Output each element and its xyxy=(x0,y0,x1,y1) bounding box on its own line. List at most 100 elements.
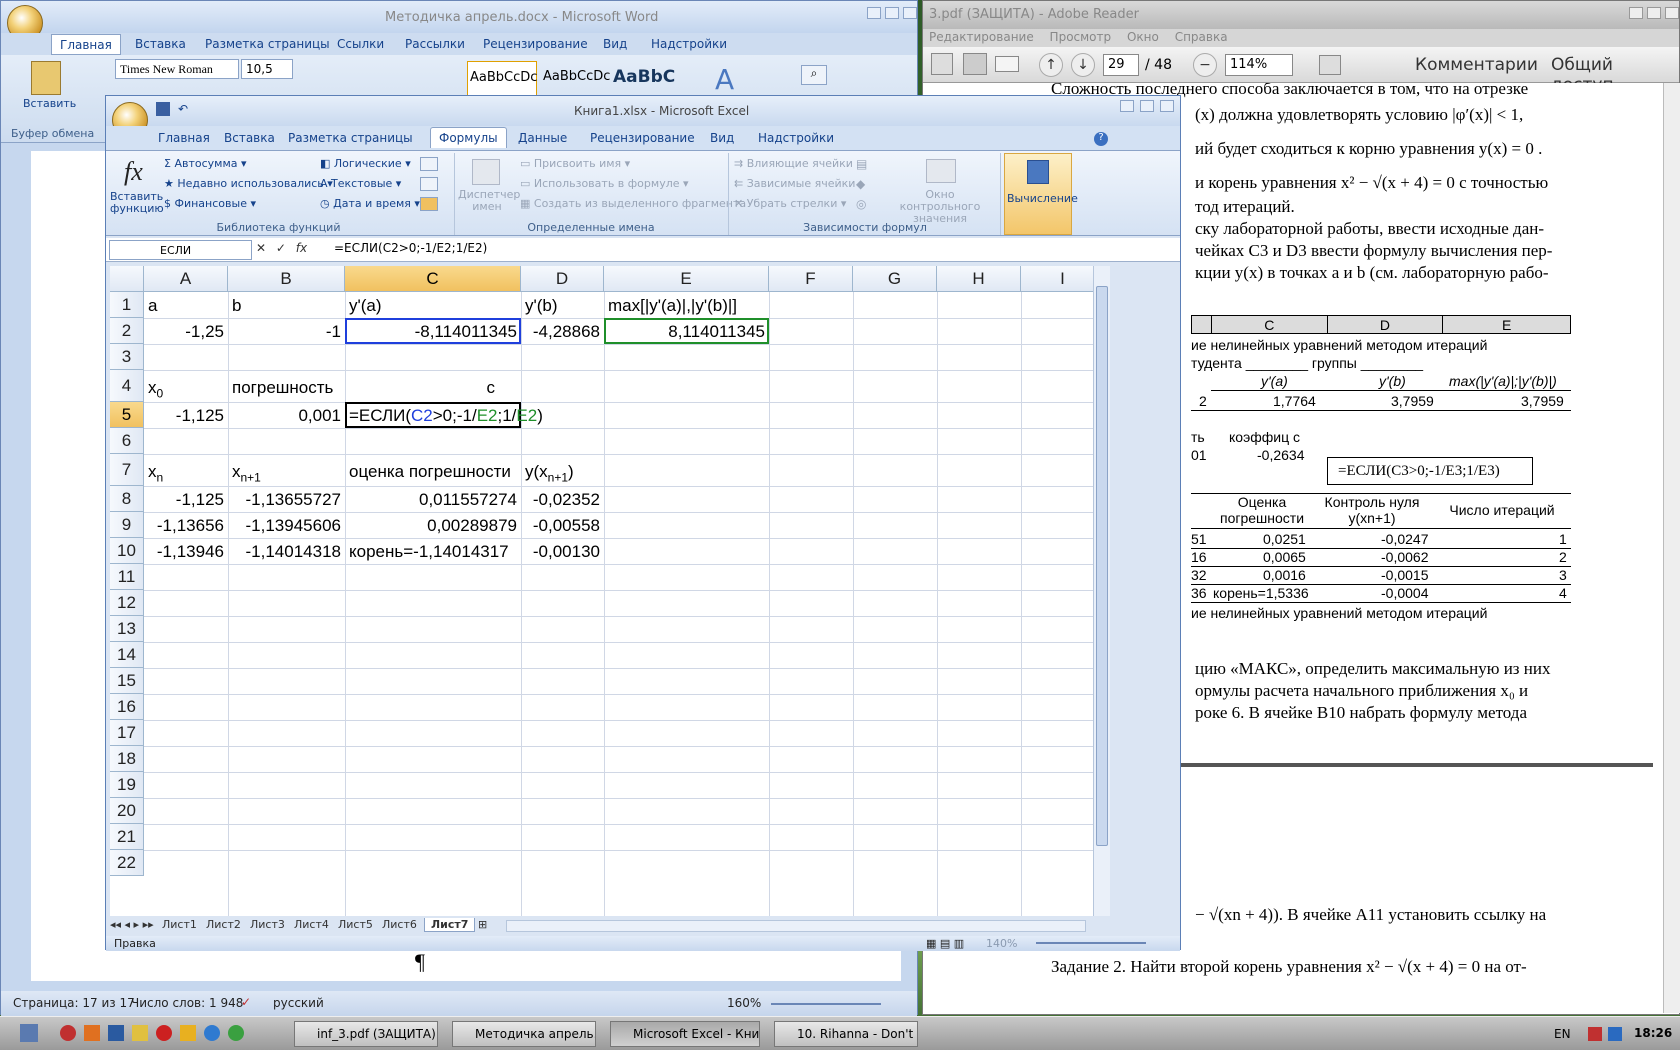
quicklaunch-icon[interactable] xyxy=(180,1025,196,1041)
row-header[interactable]: 14 xyxy=(110,642,144,668)
word-tab-view[interactable]: Вид xyxy=(603,37,627,51)
language-indicator[interactable]: EN xyxy=(1554,1027,1571,1041)
status-language[interactable]: русский xyxy=(273,996,324,1010)
create-from-selection-button[interactable]: ▦ Создать из выделенного фрагмента xyxy=(520,197,746,210)
menu-view[interactable]: Просмотр xyxy=(1050,30,1112,44)
sheet-tab[interactable]: Лист2 xyxy=(206,918,241,931)
remove-arrows-button[interactable]: ✕ Убрать стрелки ▾ xyxy=(734,197,846,210)
cell-d1[interactable]: y'(b) xyxy=(521,296,562,316)
row-header[interactable]: 2 xyxy=(110,318,144,344)
quicklaunch-icon[interactable] xyxy=(204,1025,220,1041)
sheet-tab[interactable]: Лист6 xyxy=(382,918,417,931)
excel-minimize-button[interactable] xyxy=(1120,100,1134,112)
cell-a10[interactable]: -1,13946 xyxy=(144,542,228,562)
name-box[interactable]: ЕСЛИ xyxy=(109,240,252,260)
column-header-a[interactable]: A xyxy=(144,266,228,292)
quicklaunch-icon[interactable] xyxy=(60,1025,76,1041)
proofing-icon[interactable]: ✓ xyxy=(241,995,251,1009)
excel-tab-addins[interactable]: Надстройки xyxy=(758,131,834,145)
excel-close-button[interactable] xyxy=(1160,100,1174,112)
cell-b8[interactable]: -1,13655727 xyxy=(228,490,345,510)
column-header-e[interactable]: E xyxy=(604,266,769,292)
cell-a2[interactable]: -1,25 xyxy=(144,322,228,342)
enter-icon[interactable]: ✓ xyxy=(276,241,286,255)
column-header-d[interactable]: D xyxy=(521,266,604,292)
excel-tab-data[interactable]: Данные xyxy=(518,131,567,145)
word-tab-addins[interactable]: Надстройки xyxy=(651,37,727,51)
style-heading1[interactable]: AaBbC xyxy=(611,61,677,97)
word-tab-insert[interactable]: Вставка xyxy=(135,37,186,51)
error-check-icon[interactable]: ◆ xyxy=(856,177,865,191)
autosum-button[interactable]: Σ Автосумма ▾ xyxy=(164,157,247,170)
sheet-tab[interactable]: Лист1 xyxy=(162,918,197,931)
excel-zoom-level[interactable]: 140% xyxy=(986,937,1017,950)
insert-function-icon[interactable]: fx xyxy=(296,241,307,255)
row-header[interactable]: 22 xyxy=(110,850,144,876)
save-icon[interactable] xyxy=(156,102,170,116)
cell-b2[interactable]: -1 xyxy=(228,322,345,342)
help-icon[interactable]: ? xyxy=(1094,132,1108,146)
style-normal[interactable]: AaBbCcDc xyxy=(467,61,537,97)
comments-button[interactable]: Комментарии xyxy=(1415,55,1538,75)
more-functions-icon[interactable] xyxy=(420,197,438,211)
cell-a8[interactable]: -1,125 xyxy=(144,490,228,510)
row-header[interactable]: 21 xyxy=(110,824,144,850)
scroll-thumb[interactable] xyxy=(1096,286,1108,846)
taskbar-button-word[interactable]: Методичка апрель.do... xyxy=(452,1021,596,1047)
recent-functions-button[interactable]: ★ Недавно использовались ▾ xyxy=(164,177,333,190)
cell-c10[interactable]: корень=-1,14014317 xyxy=(345,542,513,562)
row-header[interactable]: 19 xyxy=(110,772,144,798)
find-icon[interactable]: ⌕ xyxy=(801,65,827,85)
row-header[interactable]: 9 xyxy=(110,512,144,538)
word-tab-review[interactable]: Рецензирование xyxy=(483,37,588,51)
insert-function-button[interactable]: Вставить функцию xyxy=(110,191,164,215)
start-icon[interactable] xyxy=(20,1024,38,1042)
cell-c7[interactable]: оценка погрешности xyxy=(345,462,515,482)
sheet-tab-active[interactable]: Лист7 xyxy=(424,918,476,932)
column-header-b[interactable]: B xyxy=(228,266,345,292)
cell-e2[interactable]: 8,114011345 xyxy=(604,322,769,342)
word-tab-home[interactable]: Главная xyxy=(51,34,121,55)
quicklaunch-icon[interactable] xyxy=(84,1025,100,1041)
tray-icon[interactable] xyxy=(1608,1027,1622,1041)
quicklaunch-icon[interactable] xyxy=(108,1025,124,1041)
use-in-formula-button[interactable]: ▭ Использовать в формуле ▾ xyxy=(520,177,689,190)
column-header-i[interactable]: I xyxy=(1021,266,1093,292)
cell-b10[interactable]: -1,14014318 xyxy=(228,542,345,562)
excel-tab-formulas[interactable]: Формулы xyxy=(430,127,507,148)
row-header[interactable]: 3 xyxy=(110,344,144,370)
taskbar-button-reader[interactable]: inf_3.pdf (ЗАЩИТА) -... xyxy=(294,1021,438,1047)
cell-b4[interactable]: погрешность xyxy=(228,378,337,398)
word-close-button[interactable] xyxy=(903,7,917,19)
row-header[interactable]: 18 xyxy=(110,746,144,772)
page-down-icon[interactable]: ↓ xyxy=(1071,53,1095,77)
excel-maximize-button[interactable] xyxy=(1140,100,1154,112)
reader-scrollbar[interactable] xyxy=(1663,83,1680,1013)
trace-precedents-button[interactable]: ⇉ Влияющие ячейки xyxy=(734,157,853,170)
show-formulas-icon[interactable]: ▤ xyxy=(856,157,867,171)
row-header[interactable]: 1 xyxy=(110,292,144,318)
paste-icon[interactable] xyxy=(31,61,61,95)
quicklaunch-icon[interactable] xyxy=(156,1025,172,1041)
row-header[interactable]: 13 xyxy=(110,616,144,642)
print-icon[interactable] xyxy=(963,53,987,75)
row-header[interactable]: 16 xyxy=(110,694,144,720)
cell-a4[interactable]: x0 xyxy=(144,378,167,400)
reader-minimize-button[interactable] xyxy=(1629,7,1643,19)
email-icon[interactable] xyxy=(995,56,1019,72)
lookup-icon[interactable] xyxy=(420,157,438,171)
zoom-out-icon[interactable]: − xyxy=(1193,53,1217,77)
sheet-tab[interactable]: Лист3 xyxy=(250,918,285,931)
sheet-nav-arrows[interactable]: ◂◂ ◂ ▸ ▸▸ xyxy=(110,918,154,931)
row-header[interactable]: 11 xyxy=(110,564,144,590)
calculation-button[interactable]: Вычисление xyxy=(1004,153,1078,235)
cell-c8[interactable]: 0,011557274 xyxy=(345,490,521,510)
taskbar-button-excel[interactable]: Microsoft Excel - Книг... xyxy=(610,1021,760,1047)
word-tab-mailings[interactable]: Рассылки xyxy=(405,37,465,51)
taskbar-button-player[interactable]: 10. Rihanna - Don't St... xyxy=(774,1021,918,1047)
cell-b1[interactable]: b xyxy=(228,296,245,316)
undo-icon[interactable]: ↶ xyxy=(178,102,188,116)
word-maximize-button[interactable] xyxy=(885,7,899,19)
reader-maximize-button[interactable] xyxy=(1647,7,1661,19)
word-tab-references[interactable]: Ссылки xyxy=(337,37,384,51)
